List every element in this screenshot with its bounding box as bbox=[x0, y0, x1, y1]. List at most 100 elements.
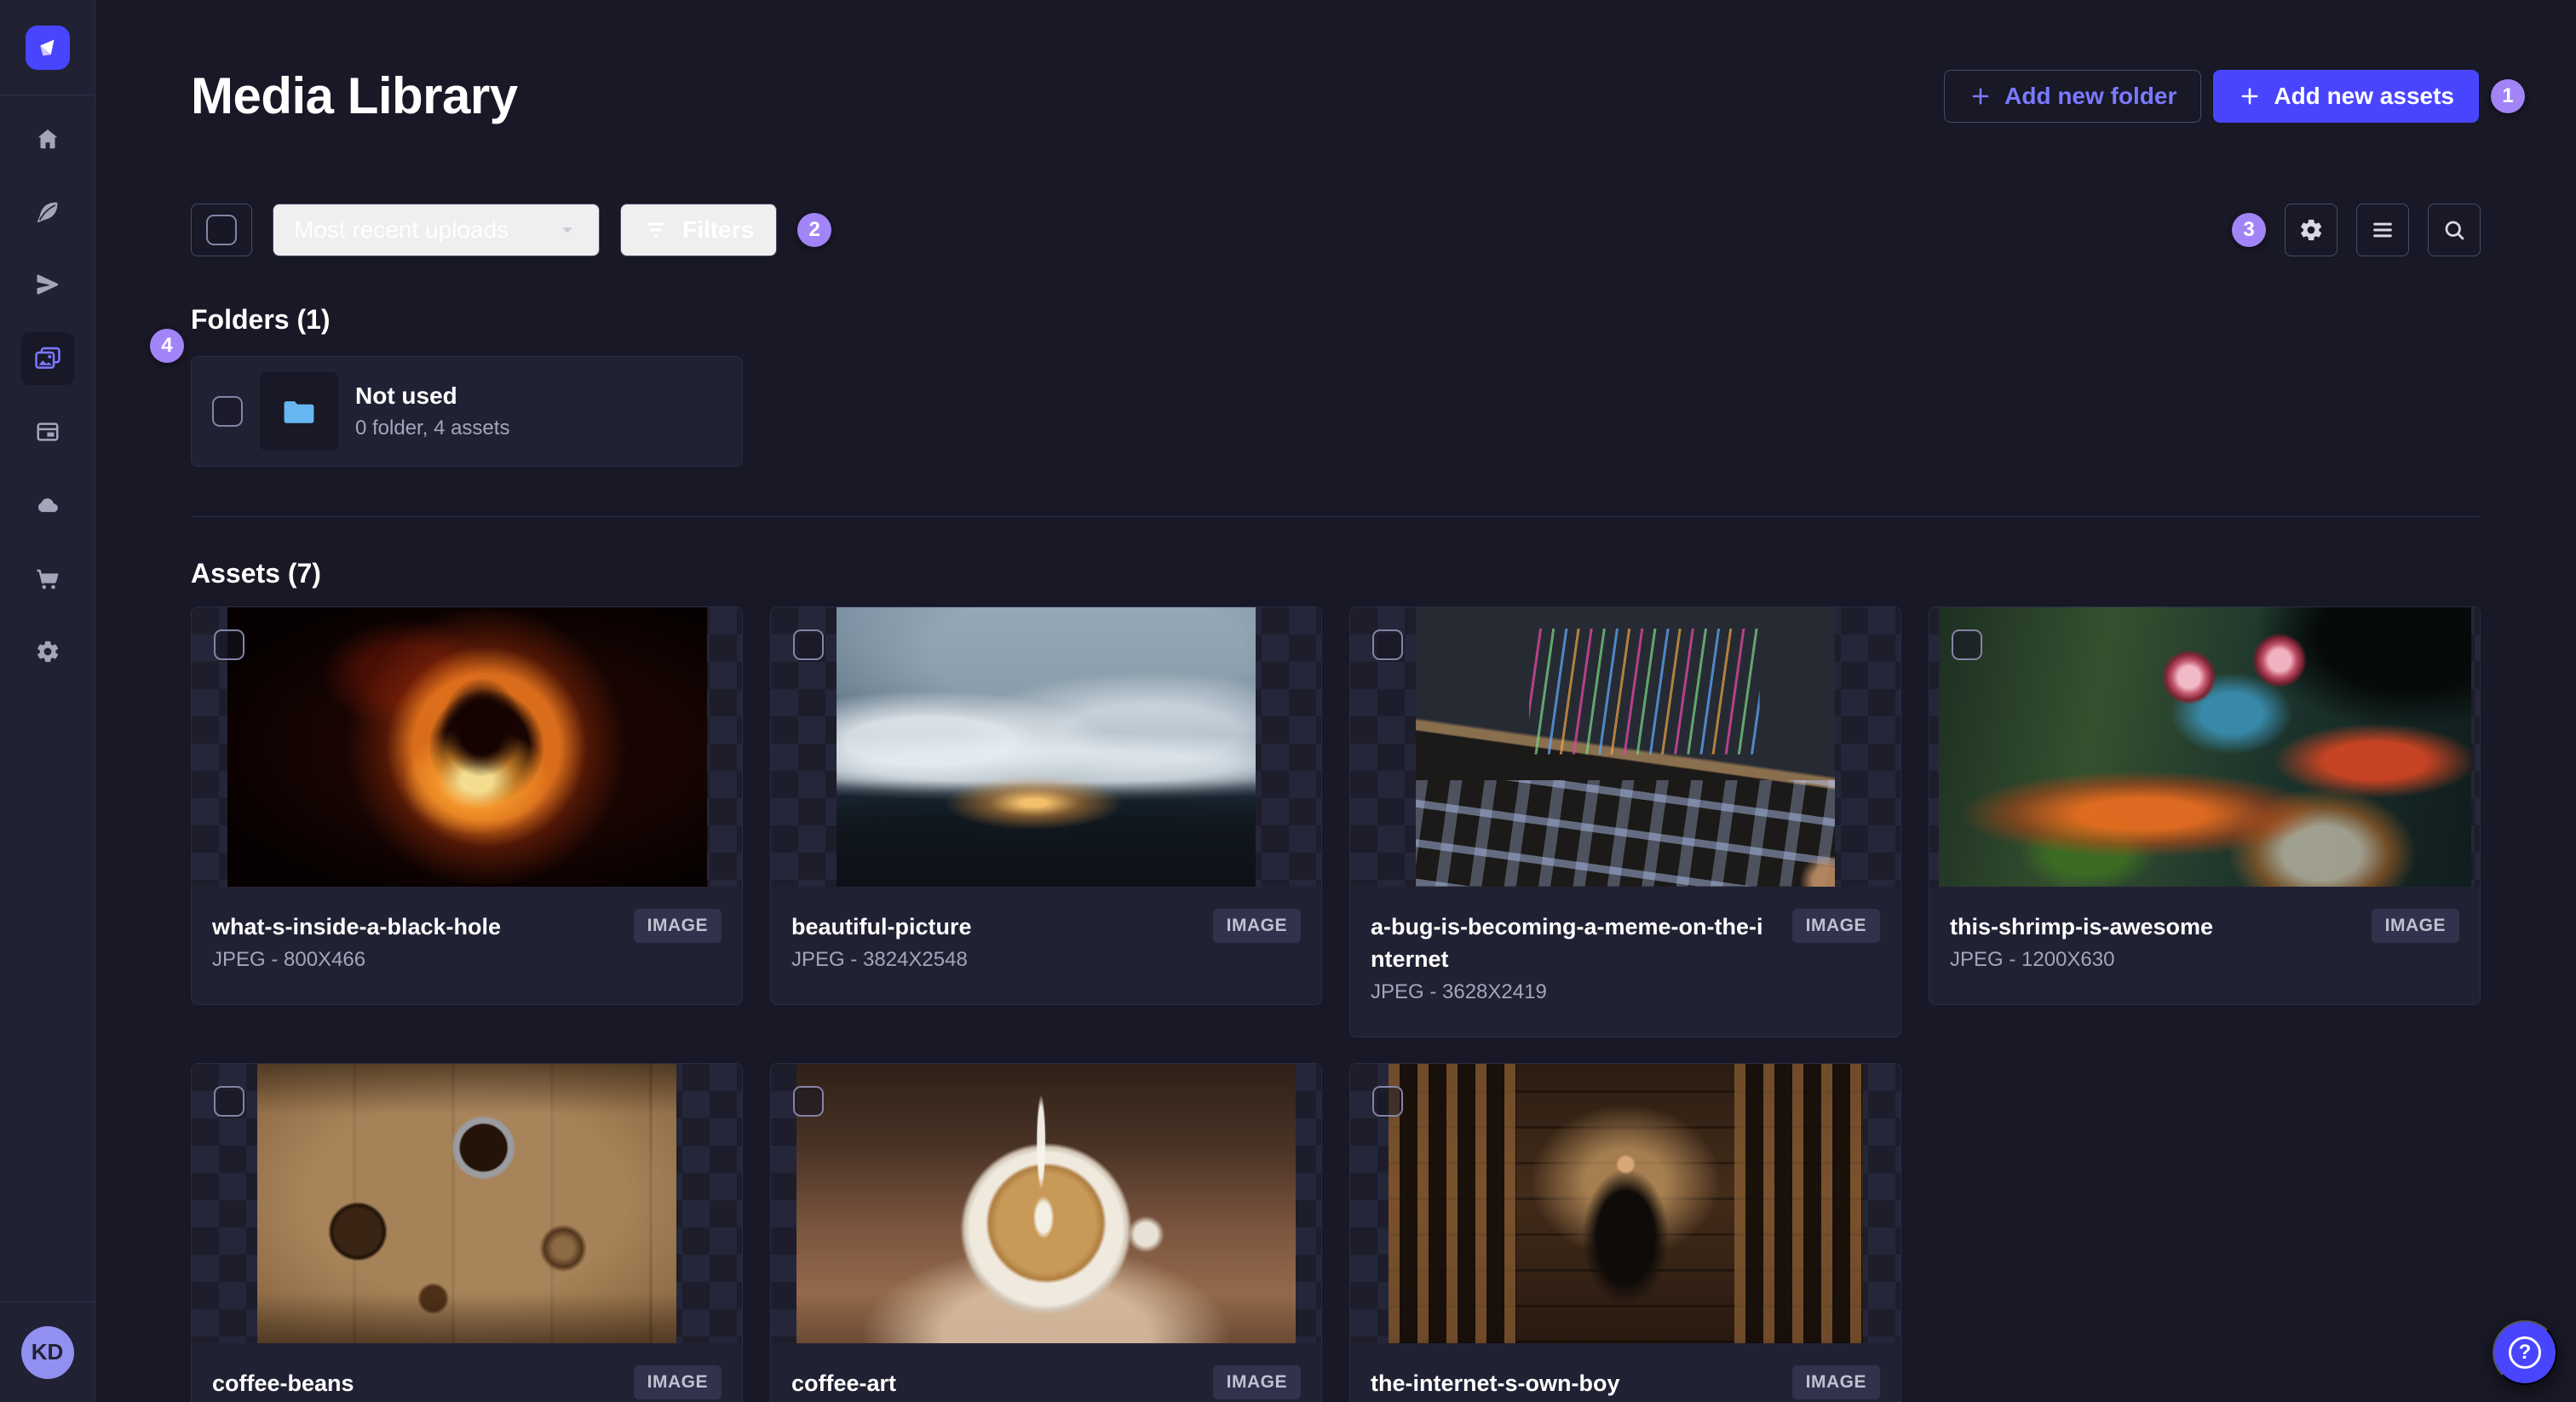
folder-meta: 0 folder, 4 assets bbox=[355, 417, 510, 440]
asset-photo bbox=[837, 607, 1256, 887]
sidebar-item-media-library[interactable] bbox=[20, 332, 74, 385]
asset-card[interactable]: coffee-art IMAGE JPEG - 5824X3259 bbox=[770, 1063, 1322, 1402]
home-icon bbox=[37, 129, 57, 149]
asset-checkbox[interactable] bbox=[793, 629, 824, 660]
cloud-icon bbox=[37, 498, 58, 513]
asset-caption: this-shrimp-is-awesome IMAGE JPEG - 1200… bbox=[1929, 887, 2480, 1004]
tour-step-badge-3: 3 bbox=[2232, 213, 2266, 247]
search-icon bbox=[2445, 221, 2464, 240]
folder-checkbox[interactable] bbox=[212, 396, 243, 427]
sidebar-nav bbox=[20, 95, 74, 678]
folder-tile bbox=[260, 372, 338, 451]
asset-checkbox[interactable] bbox=[214, 1086, 244, 1117]
folder-info: Not used 0 folder, 4 assets bbox=[355, 382, 509, 440]
help-button[interactable]: ? bbox=[2493, 1320, 2557, 1385]
sort-select[interactable]: Most recent uploads bbox=[273, 204, 601, 256]
tour-step-badge-2: 2 bbox=[797, 213, 832, 247]
asset-type-badge: IMAGE bbox=[1791, 1365, 1880, 1399]
filters-button[interactable]: Filters bbox=[620, 204, 778, 256]
asset-photo bbox=[227, 607, 707, 887]
asset-card[interactable]: a-bug-is-becoming-a-meme-on-the-internet… bbox=[1349, 606, 1901, 1037]
asset-photo bbox=[1388, 1064, 1863, 1343]
gear-icon bbox=[2301, 219, 2322, 241]
asset-thumbnail bbox=[1929, 607, 2480, 887]
asset-card[interactable]: coffee-beans IMAGE JPEG - 5021X3347 bbox=[191, 1063, 743, 1402]
asset-thumbnail bbox=[192, 1064, 742, 1343]
assets-heading: Assets (7) bbox=[191, 558, 321, 589]
asset-card[interactable]: beautiful-picture IMAGE JPEG - 3824X2548 bbox=[770, 606, 1322, 1005]
asset-meta: JPEG - 800X466 bbox=[212, 948, 366, 971]
list-icon bbox=[2373, 222, 2392, 238]
section-divider bbox=[191, 516, 2481, 517]
avatar[interactable]: KD bbox=[20, 1325, 74, 1379]
sidebar-item-releases[interactable] bbox=[21, 259, 74, 312]
folders-heading: Folders (1) bbox=[191, 304, 331, 335]
asset-title: this-shrimp-is-awesome bbox=[1950, 914, 2214, 939]
filter-icon bbox=[647, 222, 666, 238]
asset-thumbnail bbox=[192, 607, 742, 887]
sidebar-item-marketplace[interactable] bbox=[21, 552, 74, 605]
tour-step-badge-4: 4 bbox=[150, 329, 184, 363]
asset-card[interactable]: this-shrimp-is-awesome IMAGE JPEG - 1200… bbox=[1929, 606, 2481, 1005]
asset-type-badge: IMAGE bbox=[1791, 909, 1880, 943]
plus-icon bbox=[2241, 88, 2258, 104]
main-content: Media Library Add new folder Add new ass… bbox=[95, 0, 2576, 1402]
asset-grid: what-s-inside-a-black-hole IMAGE JPEG - … bbox=[191, 606, 2481, 1402]
header-actions: Add new folder Add new assets 1 bbox=[1944, 69, 2525, 123]
question-mark-icon: ? bbox=[2509, 1336, 2541, 1369]
select-all-checkbox-button[interactable] bbox=[191, 204, 252, 256]
asset-thumbnail bbox=[1350, 607, 1900, 887]
feather-icon bbox=[37, 202, 57, 223]
asset-checkbox[interactable] bbox=[1372, 629, 1403, 660]
filters-label: Filters bbox=[682, 216, 755, 243]
asset-photo bbox=[796, 1064, 1296, 1343]
asset-caption: beautiful-picture IMAGE JPEG - 3824X2548 bbox=[771, 887, 1321, 1004]
add-new-assets-button[interactable]: Add new assets bbox=[2213, 69, 2479, 123]
asset-title: what-s-inside-a-black-hole bbox=[212, 914, 502, 939]
asset-title: coffee-art bbox=[791, 1370, 897, 1396]
page-header: Media Library Add new folder Add new ass… bbox=[191, 0, 2525, 125]
asset-thumbnail bbox=[771, 607, 1321, 887]
sidebar-item-settings[interactable] bbox=[21, 625, 74, 678]
folder-name: Not used bbox=[355, 382, 457, 409]
asset-card[interactable]: the-internet-s-own-boy IMAGE JPEG - 1200… bbox=[1349, 1063, 1901, 1402]
asset-meta: JPEG - 3824X2548 bbox=[791, 948, 968, 971]
asset-type-badge: IMAGE bbox=[2371, 909, 2459, 943]
asset-title: beautiful-picture bbox=[791, 914, 972, 939]
asset-checkbox[interactable] bbox=[1952, 629, 1982, 660]
folder-card[interactable]: Not used 0 folder, 4 assets bbox=[191, 356, 743, 467]
select-all-checkbox[interactable] bbox=[206, 215, 237, 245]
list-view-button[interactable] bbox=[2356, 204, 2409, 256]
media-library-icon bbox=[34, 347, 60, 369]
sidebar-item-cloud[interactable] bbox=[21, 479, 74, 531]
folders-list: Not used 0 folder, 4 assets bbox=[191, 356, 2481, 467]
sort-select-value: Most recent uploads bbox=[294, 216, 509, 243]
logo-container bbox=[0, 0, 95, 95]
asset-title: the-internet-s-own-boy bbox=[1371, 1370, 1620, 1396]
sidebar-item-content[interactable] bbox=[21, 186, 74, 238]
add-new-folder-button[interactable]: Add new folder bbox=[1944, 69, 2202, 123]
asset-checkbox[interactable] bbox=[1372, 1086, 1403, 1117]
folder-icon bbox=[284, 401, 314, 423]
asset-photo bbox=[1416, 607, 1835, 887]
view-controls: 3 bbox=[2232, 204, 2481, 256]
add-new-folder-label: Add new folder bbox=[2004, 82, 2177, 109]
paper-plane-icon bbox=[37, 274, 58, 295]
asset-photo bbox=[1938, 607, 2471, 887]
toolbar: Most recent uploads Filters 2 3 bbox=[191, 204, 2481, 256]
search-button[interactable] bbox=[2428, 204, 2481, 256]
tour-step-badge-1: 1 bbox=[2491, 78, 2525, 113]
sidebar-item-home[interactable] bbox=[21, 112, 74, 165]
asset-meta: JPEG - 1200X630 bbox=[1950, 948, 2115, 971]
asset-thumbnail bbox=[771, 1064, 1321, 1343]
asset-type-badge: IMAGE bbox=[1212, 909, 1301, 943]
strapi-logo-icon[interactable] bbox=[25, 25, 70, 70]
asset-title: a-bug-is-becoming-a-meme-on-the-internet bbox=[1371, 914, 1763, 972]
asset-card[interactable]: what-s-inside-a-black-hole IMAGE JPEG - … bbox=[191, 606, 743, 1005]
sidebar-item-content-manager[interactable] bbox=[21, 405, 74, 458]
asset-checkbox[interactable] bbox=[793, 1086, 824, 1117]
asset-thumbnail bbox=[1350, 1064, 1900, 1343]
view-settings-button[interactable] bbox=[2285, 204, 2337, 256]
asset-checkbox[interactable] bbox=[214, 629, 244, 660]
asset-meta: JPEG - 3628X2419 bbox=[1371, 980, 1547, 1003]
